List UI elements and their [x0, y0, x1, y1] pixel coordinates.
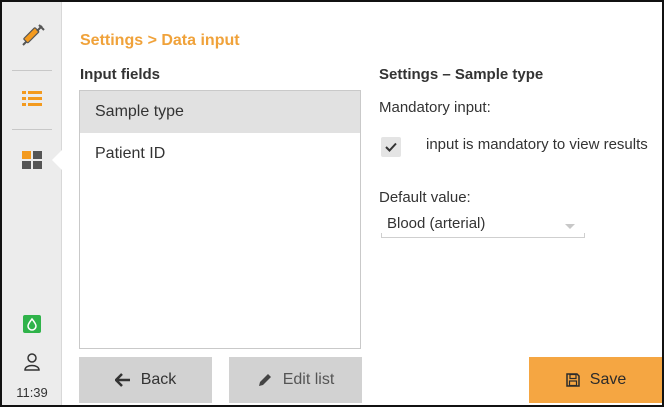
settings-title: Settings – Sample type — [379, 66, 544, 83]
list-item[interactable]: Patient ID — [80, 133, 360, 175]
active-indicator — [52, 150, 62, 170]
chevron-down-icon — [565, 224, 575, 229]
sidebar-item-analysis[interactable] — [2, 16, 62, 56]
user-button[interactable] — [2, 350, 62, 374]
back-label: Back — [140, 371, 177, 388]
mandatory-label: Mandatory input: — [379, 99, 491, 116]
edit-list-button[interactable]: Edit list — [229, 357, 362, 403]
sidebar-item-list[interactable] — [2, 82, 62, 116]
sidebar-divider — [12, 129, 52, 130]
default-value-select[interactable]: Blood (arterial) — [381, 214, 585, 238]
edit-list-label: Edit list — [282, 371, 335, 388]
sidebar: 11:39 — [2, 2, 62, 405]
drop-icon — [23, 315, 41, 333]
clock: 11:39 — [16, 385, 48, 400]
default-value-text: Blood (arterial) — [387, 215, 486, 232]
save-label: Save — [589, 371, 627, 388]
breadcrumb: Settings > Data input — [80, 32, 240, 49]
back-button[interactable]: Back — [79, 357, 212, 403]
mandatory-checkbox[interactable] — [381, 137, 401, 157]
default-value-label: Default value: — [379, 189, 471, 206]
syringe-icon — [22, 24, 45, 46]
status-indicator[interactable] — [2, 312, 62, 336]
arrow-left-icon — [114, 373, 130, 387]
save-button[interactable]: Save — [529, 357, 662, 403]
grid-icon — [22, 151, 42, 169]
mandatory-text: input is mandatory to view results — [426, 136, 648, 153]
pencil-icon — [258, 374, 271, 386]
sidebar-divider — [12, 70, 52, 71]
input-fields-title: Input fields — [80, 66, 160, 83]
list-icon — [22, 91, 42, 106]
input-fields-list: Sample type Patient ID — [79, 90, 361, 349]
floppy-disk-icon — [566, 373, 580, 387]
list-item[interactable]: Sample type — [80, 91, 360, 133]
app-screen: 11:39 Settings > Data input Input fields… — [0, 0, 664, 407]
user-icon — [24, 353, 40, 371]
checkmark-icon — [385, 142, 397, 152]
